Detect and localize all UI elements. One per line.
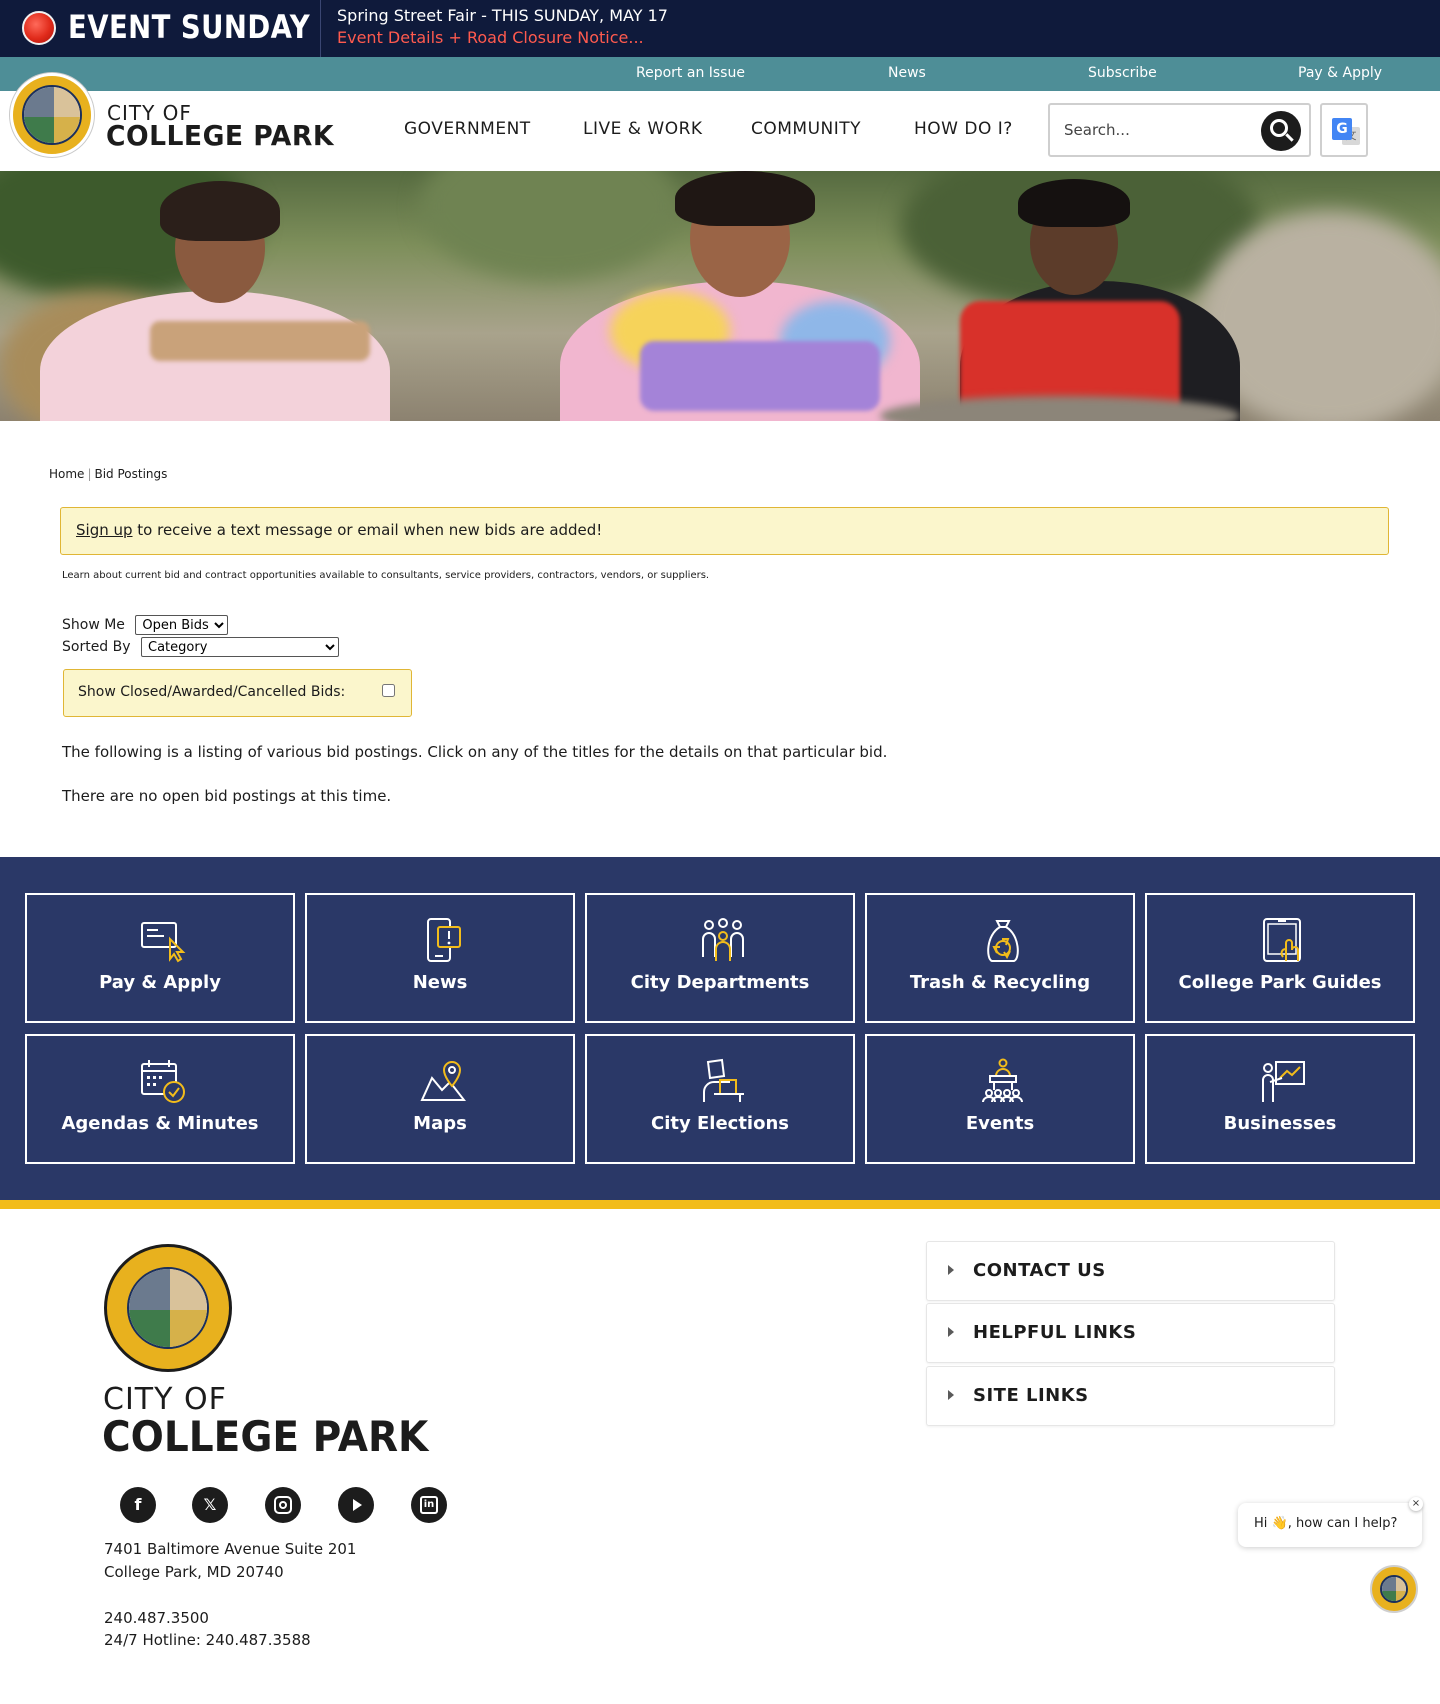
event-headline[interactable]: Spring Street Fair - THIS SUNDAY, MAY 17 (337, 6, 668, 25)
utility-subscribe[interactable]: Subscribe (1088, 65, 1157, 81)
tile-agendas-minutes[interactable]: Agendas & Minutes (25, 1034, 295, 1164)
news-icon (427, 918, 461, 962)
event-divider (320, 0, 321, 57)
utility-report-issue[interactable]: Report an Issue (636, 65, 745, 81)
accordion-helpful-links[interactable]: HELPFUL LINKS (926, 1303, 1335, 1363)
guides-icon (1263, 918, 1301, 962)
nav-government[interactable]: GOVERNMENT (404, 119, 531, 139)
tile-city-departments[interactable]: City Departments (585, 893, 855, 1023)
nav-live-work[interactable]: LIVE & WORK (583, 119, 703, 139)
sorted-by-select[interactable]: Category (141, 637, 339, 657)
agendas-icon (141, 1060, 185, 1103)
maps-icon (420, 1060, 466, 1101)
event-title: EVENT SUNDAY (68, 8, 311, 46)
signup-link[interactable]: Sign up (76, 521, 133, 539)
events-icon (982, 1058, 1023, 1103)
chat-avatar (1380, 1575, 1408, 1603)
empty-text: There are no open bid postings at this t… (62, 787, 392, 805)
footer-seal-logo[interactable] (104, 1244, 232, 1372)
x-icon[interactable]: 𝕏 (192, 1487, 228, 1523)
tile-businesses[interactable]: Businesses (1145, 1034, 1415, 1164)
linkedin-icon[interactable]: in (411, 1487, 447, 1523)
quick-links: Pay & Apply News City Departments Trash … (0, 857, 1440, 1200)
city-seal-logo[interactable] (10, 73, 94, 157)
accordion-site-links[interactable]: SITE LINKS (926, 1366, 1335, 1426)
translate-button[interactable]: 文 G (1320, 103, 1368, 157)
instagram-icon[interactable] (265, 1487, 301, 1523)
nav-community[interactable]: COMMUNITY (751, 119, 861, 139)
sorted-by-row: Sorted By Category (62, 637, 339, 657)
tile-trash-recycling[interactable]: Trash & Recycling (865, 893, 1135, 1023)
listing-text: The following is a listing of various bi… (62, 743, 888, 761)
pay-apply-icon (141, 922, 186, 963)
closed-bids-toggle: Show Closed/Awarded/Cancelled Bids: (63, 669, 412, 717)
trash-recycling-icon (987, 920, 1019, 962)
brand-name[interactable]: COLLEGE PARK (106, 119, 334, 152)
breadcrumb-current: Bid Postings (94, 467, 168, 481)
show-me-label: Show Me (62, 617, 125, 633)
tile-maps[interactable]: Maps (305, 1034, 575, 1164)
footer-name: COLLEGE PARK (102, 1412, 429, 1461)
caret-right-icon (948, 1265, 954, 1275)
site-header: CITY OF COLLEGE PARK GOVERNMENT LIVE & W… (0, 73, 1440, 171)
search-button[interactable] (1261, 111, 1301, 151)
utility-pay-apply[interactable]: Pay & Apply (1298, 65, 1382, 81)
footer-hotline[interactable]: 24/7 Hotline: 240.487.3588 (104, 1631, 311, 1649)
show-me-row: Show Me Open Bids (62, 615, 229, 635)
caret-right-icon (948, 1327, 954, 1337)
search-input[interactable] (1062, 117, 1242, 143)
tile-pay-apply[interactable]: Pay & Apply (25, 893, 295, 1023)
event-details-link[interactable]: Event Details + Road Closure Notice... (337, 28, 644, 47)
alert-dot-icon (22, 11, 56, 45)
accordion-contact-us[interactable]: CONTACT US (926, 1241, 1335, 1301)
caret-right-icon (948, 1390, 954, 1400)
signup-notice: Sign up to receive a text message or ema… (60, 507, 1389, 555)
show-me-select[interactable]: Open Bids (135, 615, 229, 635)
businesses-icon (1262, 1061, 1305, 1102)
footer-address-line2: College Park, MD 20740 (104, 1563, 284, 1581)
tile-city-elections[interactable]: City Elections (585, 1034, 855, 1164)
sorted-by-label: Sorted By (62, 639, 131, 655)
utility-bar: Report an Issue News Subscribe Pay & App… (0, 57, 1440, 91)
facebook-icon[interactable]: f (120, 1487, 156, 1523)
footer-address-line1: 7401 Baltimore Avenue Suite 201 (104, 1540, 357, 1558)
closed-bids-checkbox[interactable] (382, 684, 395, 697)
tile-news[interactable]: News (305, 893, 575, 1023)
breadcrumb-home[interactable]: Home (49, 467, 84, 481)
closed-bids-label: Show Closed/Awarded/Cancelled Bids: (78, 684, 346, 700)
elections-icon (703, 1058, 744, 1102)
nav-how-do-i[interactable]: HOW DO I? (914, 119, 1013, 139)
footer-phone[interactable]: 240.487.3500 (104, 1609, 209, 1627)
seal-emblem (22, 85, 82, 145)
city-departments-icon (702, 918, 744, 961)
event-banner: EVENT SUNDAY Spring Street Fair - THIS S… (0, 0, 1440, 57)
footer-seal-emblem (127, 1267, 209, 1349)
youtube-icon[interactable] (338, 1487, 374, 1523)
notice-text: to receive a text message or email when … (132, 521, 603, 539)
utility-news[interactable]: News (888, 65, 926, 81)
chat-launcher-button[interactable] (1370, 1565, 1418, 1613)
search-box (1048, 103, 1311, 157)
tile-college-park-guides[interactable]: College Park Guides (1145, 893, 1415, 1023)
chat-greeting-bubble[interactable]: Hi 👋, how can I help? (1238, 1503, 1422, 1547)
close-icon[interactable]: × (1409, 1497, 1423, 1511)
footer-accent-bar (0, 1200, 1440, 1209)
hero-image (0, 171, 1440, 421)
breadcrumb: Home | Bid Postings (49, 467, 168, 481)
intro-text: Learn about current bid and contract opp… (62, 570, 710, 581)
tile-events[interactable]: Events (865, 1034, 1135, 1164)
